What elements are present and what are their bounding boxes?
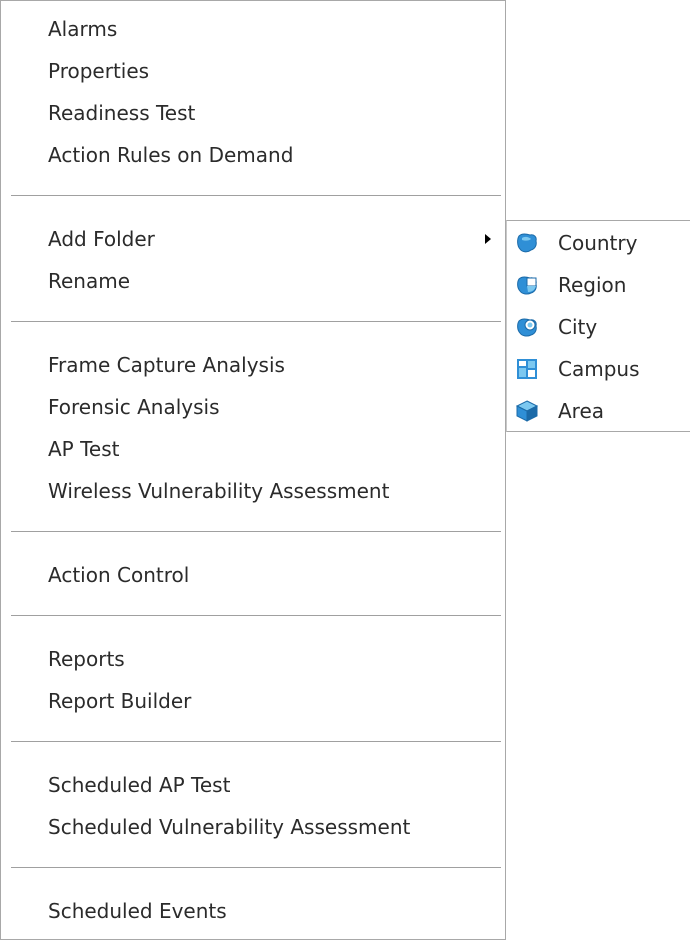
menu-separator xyxy=(11,531,501,532)
menu-item-add-folder[interactable]: Add Folder xyxy=(48,219,155,259)
menu-separator xyxy=(11,195,501,196)
submenu-item-label: Country xyxy=(558,231,638,255)
menu-separator xyxy=(11,615,501,616)
menu-item-action-control[interactable]: Action Control xyxy=(48,555,189,595)
menu-item-wireless-vulnerability-assessment[interactable]: Wireless Vulnerability Assessment xyxy=(48,471,389,511)
menu-item-action-rules-on-demand[interactable]: Action Rules on Demand xyxy=(48,135,293,175)
submenu-item-area[interactable]: Area xyxy=(513,391,690,431)
menu-item-readiness-test[interactable]: Readiness Test xyxy=(48,93,195,133)
menu-separator xyxy=(11,321,501,322)
submenu-arrow-icon xyxy=(485,234,491,244)
region-icon xyxy=(517,276,537,295)
menu-item-ap-test[interactable]: AP Test xyxy=(48,429,119,469)
menu-item-rename[interactable]: Rename xyxy=(48,261,130,301)
menu-item-frame-capture-analysis[interactable]: Frame Capture Analysis xyxy=(48,345,285,385)
menu-item-scheduled-vulnerability-assessment[interactable]: Scheduled Vulnerability Assessment xyxy=(48,807,410,847)
menu-separator xyxy=(11,867,501,868)
submenu-item-region[interactable]: Region xyxy=(513,265,690,305)
menu-item-properties[interactable]: Properties xyxy=(48,51,149,91)
submenu-item-city[interactable]: City xyxy=(513,307,690,347)
menu-item-report-builder[interactable]: Report Builder xyxy=(48,681,191,721)
submenu-item-label: Campus xyxy=(558,357,640,381)
add-folder-submenu: Country Region City Campus Area xyxy=(506,220,690,432)
submenu-item-label: Area xyxy=(558,399,605,423)
menu-item-forensic-analysis[interactable]: Forensic Analysis xyxy=(48,387,220,427)
menu-item-reports[interactable]: Reports xyxy=(48,639,125,679)
campus-icon xyxy=(517,359,537,379)
submenu-item-country[interactable]: Country xyxy=(513,223,690,263)
submenu-item-label: City xyxy=(558,315,598,339)
submenu-item-label: Region xyxy=(558,273,627,297)
city-icon xyxy=(517,318,537,337)
menu-item-scheduled-events[interactable]: Scheduled Events xyxy=(48,891,227,931)
menu-separator xyxy=(11,741,501,742)
menu-item-alarms[interactable]: Alarms xyxy=(48,9,117,49)
country-icon xyxy=(517,233,537,253)
area-icon xyxy=(515,400,539,422)
context-menu: Alarms Properties Readiness Test Action … xyxy=(0,0,506,940)
submenu-item-campus[interactable]: Campus xyxy=(513,349,690,389)
menu-item-scheduled-ap-test[interactable]: Scheduled AP Test xyxy=(48,765,230,805)
